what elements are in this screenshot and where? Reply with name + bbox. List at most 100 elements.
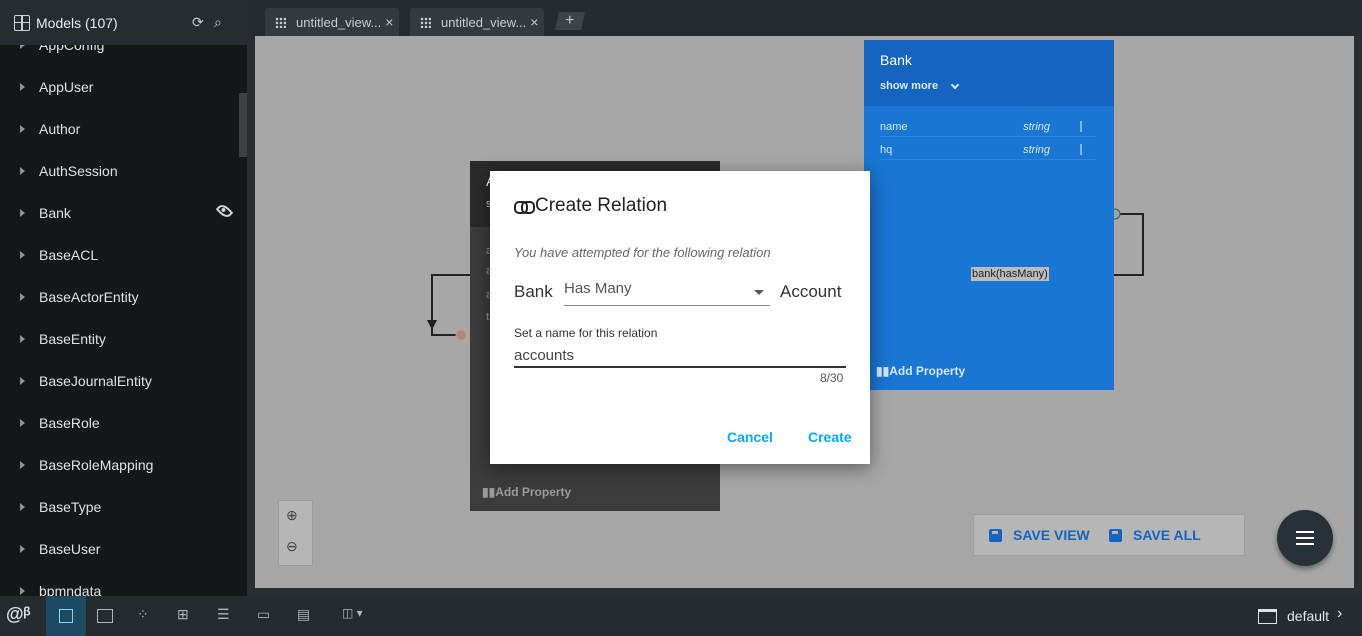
card-header: Bank show more xyxy=(864,40,1114,106)
card-title: Bank xyxy=(880,52,912,68)
menu-fab-button[interactable] xyxy=(1277,510,1333,566)
relation-type-value: Has Many xyxy=(564,280,632,297)
zoom-controls: ⊕ ⊖ xyxy=(278,500,313,566)
model-label: BaseACL xyxy=(39,247,99,263)
expand-caret-icon[interactable] xyxy=(20,167,25,175)
close-icon[interactable]: × xyxy=(385,14,393,30)
expand-caret-icon[interactable] xyxy=(20,125,25,133)
layout-dropdown-icon[interactable]: ◫ ▾ xyxy=(342,606,372,626)
save-icon xyxy=(1109,528,1122,542)
clipboard-icon[interactable]: ▤ xyxy=(297,606,317,626)
add-property-button[interactable]: ▮▮Add Property xyxy=(876,364,965,378)
model-item[interactable]: BaseUser xyxy=(0,528,238,570)
relation-name-input[interactable] xyxy=(514,344,846,368)
model-item[interactable]: AuthSession xyxy=(0,150,238,192)
checklist-icon[interactable]: ☰ xyxy=(217,606,237,626)
cancel-button[interactable]: Cancel xyxy=(727,429,773,445)
models-view-button[interactable] xyxy=(46,596,86,636)
components-icon[interactable]: ⁘ xyxy=(137,606,157,626)
window-icon[interactable] xyxy=(97,609,113,623)
property-handle-icon[interactable] xyxy=(1080,121,1082,132)
property-row[interactable]: hq string xyxy=(880,140,1096,160)
show-more-toggle[interactable]: show more xyxy=(880,80,1098,92)
workspace-label[interactable]: default xyxy=(1287,608,1329,624)
model-item[interactable]: Author xyxy=(0,108,238,150)
sidebar-scrollbar[interactable] xyxy=(239,93,247,157)
model-item[interactable]: BaseEntity xyxy=(0,318,238,360)
model-label: BaseActorEntity xyxy=(39,289,139,305)
model-item[interactable]: BaseJournalEntity xyxy=(0,360,238,402)
models-sidebar: AppConfig AppUser Author AuthSession Ban… xyxy=(0,0,247,596)
grid-icon xyxy=(275,16,286,28)
expand-caret-icon[interactable] xyxy=(20,419,25,427)
tab-label: untitled_view... xyxy=(441,14,527,30)
model-label: Author xyxy=(39,121,81,137)
zoom-out-icon[interactable]: ⊖ xyxy=(286,538,304,556)
model-item[interactable]: BaseActorEntity xyxy=(0,276,238,318)
save-all-button[interactable]: SAVE ALL xyxy=(1109,527,1201,543)
property-row[interactable]: name string xyxy=(880,117,1096,137)
search-icon[interactable]: ⌕ xyxy=(214,14,222,31)
expand-caret-icon[interactable] xyxy=(20,83,25,91)
zoom-in-icon[interactable]: ⊕ xyxy=(286,507,304,525)
expand-caret-icon[interactable] xyxy=(20,209,25,217)
app-root: AppConfig AppUser Author AuthSession Ban… xyxy=(0,0,1362,636)
add-property-button[interactable]: ▮▮Add Property xyxy=(482,485,571,499)
workspace-icon[interactable] xyxy=(1258,609,1277,624)
expand-caret-icon[interactable] xyxy=(20,545,25,553)
save-icon xyxy=(989,528,1002,542)
model-label: BaseType xyxy=(39,499,102,515)
flow-icon[interactable]: ⊞ xyxy=(177,606,197,626)
refresh-icon[interactable]: ⟳ xyxy=(192,14,204,31)
expand-caret-icon[interactable] xyxy=(20,461,25,469)
relation-label[interactable]: bank(hasMany) xyxy=(971,267,1049,281)
app-logo-icon[interactable]: @ᵝ xyxy=(6,604,31,625)
show-more-label: show more xyxy=(880,80,939,92)
add-tab-button[interactable]: + xyxy=(555,12,585,30)
model-item[interactable]: BaseACL xyxy=(0,234,238,276)
dropdown-arrow-icon[interactable] xyxy=(754,290,764,295)
create-button[interactable]: Create xyxy=(808,429,852,445)
close-icon[interactable]: × xyxy=(530,14,538,30)
expand-caret-icon[interactable] xyxy=(20,293,25,301)
model-label: BaseUser xyxy=(39,541,101,557)
tab-view-2[interactable]: untitled_view... × xyxy=(410,8,544,36)
models-grid-icon xyxy=(14,14,30,31)
eye-icon[interactable] xyxy=(215,202,234,220)
expand-caret-icon[interactable] xyxy=(20,503,25,511)
tab-view-1[interactable]: untitled_view... × xyxy=(265,8,399,36)
menu-icon xyxy=(1296,537,1314,539)
chevron-right-icon[interactable]: › xyxy=(1337,605,1342,623)
character-counter: 8/30 xyxy=(820,371,844,385)
folder-icon[interactable]: ▭ xyxy=(257,606,277,626)
model-item[interactable]: AppUser xyxy=(0,66,238,108)
property-type: string xyxy=(1023,143,1050,156)
property-name: name xyxy=(880,120,908,133)
relation-type-select[interactable]: Has Many xyxy=(564,280,770,306)
property-handle-icon[interactable] xyxy=(1080,144,1082,155)
model-item[interactable]: BaseRoleMapping xyxy=(0,444,238,486)
model-item[interactable]: bpmndata xyxy=(0,570,238,596)
model-label: BaseEntity xyxy=(39,331,106,347)
model-label: Bank xyxy=(39,205,71,221)
create-relation-dialog: Create Relation You have attempted for t… xyxy=(490,171,870,464)
menu-icon xyxy=(1296,531,1314,533)
model-label: BaseJournalEntity xyxy=(39,373,152,389)
model-label: bpmndata xyxy=(39,583,102,596)
expand-caret-icon[interactable] xyxy=(20,251,25,259)
expand-caret-icon[interactable] xyxy=(20,377,25,385)
model-item[interactable]: BaseType xyxy=(0,486,238,528)
save-view-button[interactable]: SAVE VIEW xyxy=(989,527,1090,543)
add-property-label: Add Property xyxy=(495,485,572,499)
model-item[interactable]: BaseRole xyxy=(0,402,238,444)
model-card-bank[interactable]: Bank show more name string hq string ▮▮A… xyxy=(864,40,1114,390)
add-property-label: Add Property xyxy=(889,364,966,378)
connector-dot[interactable] xyxy=(455,329,467,341)
model-label: BaseRole xyxy=(39,415,100,431)
menu-icon xyxy=(1296,543,1314,545)
expand-caret-icon[interactable] xyxy=(20,335,25,343)
expand-caret-icon[interactable] xyxy=(20,587,25,595)
tab-label: untitled_view... xyxy=(296,14,382,30)
sidebar-header: Models (107) ⟳ ⌕ xyxy=(0,0,247,45)
model-item[interactable]: Bank xyxy=(0,192,238,234)
